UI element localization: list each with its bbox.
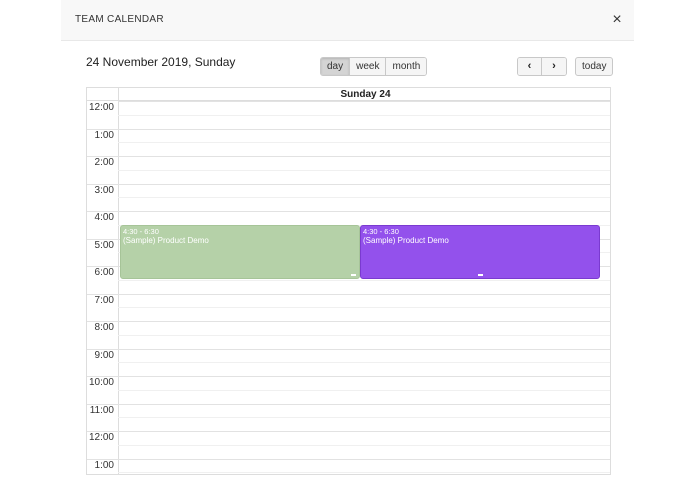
hour-gridline — [118, 101, 610, 102]
view-month-button[interactable]: month — [386, 58, 427, 75]
half-hour-gridline — [118, 114, 610, 116]
event-time: 4:30 - 6:30 — [123, 227, 159, 236]
time-slot-row[interactable]: 12:00 — [87, 101, 610, 129]
time-slot-row[interactable]: 11:00 — [87, 403, 610, 432]
day-calendar-grid: Sunday 24 12:00 1:00 2:00 3:00 4:00 5:00 6:00 7… — [86, 87, 611, 475]
time-slot-row[interactable]: 12:00 — [87, 431, 610, 459]
time-slot-row[interactable]: 1:00 — [87, 128, 610, 157]
time-slot-label: 12:00 — [88, 432, 114, 443]
time-slot-row[interactable]: 1:00 — [87, 458, 610, 475]
hour-gridline — [87, 128, 610, 130]
hour-gridline — [87, 458, 610, 460]
chevron-left-icon[interactable]: ‹ — [518, 58, 542, 75]
hour-gridline — [87, 183, 610, 185]
half-hour-gridline — [118, 169, 610, 171]
modal-header: TEAM CALENDAR × — [61, 0, 634, 41]
time-slot-row[interactable]: 3:00 — [87, 183, 610, 212]
hour-gridline — [87, 431, 610, 432]
half-hour-gridline — [118, 142, 610, 144]
date-navigation: ‹ › — [517, 57, 567, 76]
hour-gridline — [87, 321, 610, 322]
time-slot-label: 12:00 — [88, 102, 114, 113]
close-icon[interactable]: × — [607, 10, 627, 30]
time-slot-label: 1:00 — [94, 459, 114, 471]
calendar-event[interactable]: 4:30 - 6:30 (Sample) Product Demo — [360, 225, 600, 279]
half-hour-gridline — [118, 334, 610, 336]
half-hour-gridline — [118, 472, 610, 474]
time-axis-header — [87, 88, 118, 101]
time-slot-row[interactable]: 10:00 — [87, 376, 610, 404]
time-grid[interactable]: 12:00 1:00 2:00 3:00 4:00 5:00 6:00 7:00 8:00 9:0… — [87, 101, 610, 475]
time-slot-label: 10:00 — [88, 377, 114, 388]
event-time: 4:30 - 6:30 — [363, 227, 399, 236]
half-hour-gridline — [118, 444, 610, 446]
time-slot-row[interactable]: 2:00 — [87, 156, 610, 184]
today-button[interactable]: today — [575, 57, 614, 76]
modal-title: TEAM CALENDAR — [75, 14, 164, 25]
calendar-event[interactable]: 4:30 - 6:30 (Sample) Product Demo — [120, 225, 360, 279]
resize-handle-icon[interactable] — [478, 274, 483, 276]
time-slot-label: 7:00 — [94, 294, 114, 306]
current-date-title: 24 November 2019, Sunday — [86, 55, 236, 69]
time-slot-label: 6:00 — [94, 267, 114, 278]
hour-gridline — [87, 376, 610, 377]
time-slot-label: 1:00 — [94, 129, 114, 141]
hour-gridline — [87, 293, 610, 295]
half-hour-gridline — [118, 197, 610, 199]
team-calendar-modal: TEAM CALENDAR × 24 November 2019, Sunday… — [61, 0, 634, 494]
hour-gridline — [87, 156, 610, 157]
view-week-button[interactable]: week — [350, 58, 387, 75]
time-slot-row[interactable]: 8:00 — [87, 321, 610, 349]
event-title: (Sample) Product Demo — [123, 236, 209, 245]
time-slot-label: 9:00 — [94, 349, 114, 361]
view-switcher: day week month — [320, 57, 428, 76]
half-hour-gridline — [118, 389, 610, 391]
event-title: (Sample) Product Demo — [363, 236, 449, 245]
time-slot-label: 5:00 — [94, 239, 114, 251]
half-hour-gridline — [118, 417, 610, 419]
half-hour-gridline — [118, 307, 610, 309]
time-slot-row[interactable]: 7:00 — [87, 293, 610, 322]
time-slot-label: 2:00 — [94, 157, 114, 168]
hour-gridline — [87, 403, 610, 405]
day-column-header[interactable]: Sunday 24 — [118, 88, 610, 101]
time-slot-row[interactable]: 9:00 — [87, 348, 610, 377]
time-slot-label: 3:00 — [94, 184, 114, 196]
resize-handle-icon[interactable] — [351, 274, 356, 276]
time-slot-label: 4:00 — [94, 212, 114, 223]
chevron-right-icon[interactable]: › — [542, 58, 566, 75]
half-hour-gridline — [118, 362, 610, 364]
half-hour-gridline — [118, 279, 610, 281]
time-slot-label: 8:00 — [94, 322, 114, 333]
view-day-button[interactable]: day — [321, 58, 351, 75]
hour-gridline — [87, 211, 610, 212]
time-slot-label: 11:00 — [89, 404, 114, 416]
hour-gridline — [87, 348, 610, 350]
